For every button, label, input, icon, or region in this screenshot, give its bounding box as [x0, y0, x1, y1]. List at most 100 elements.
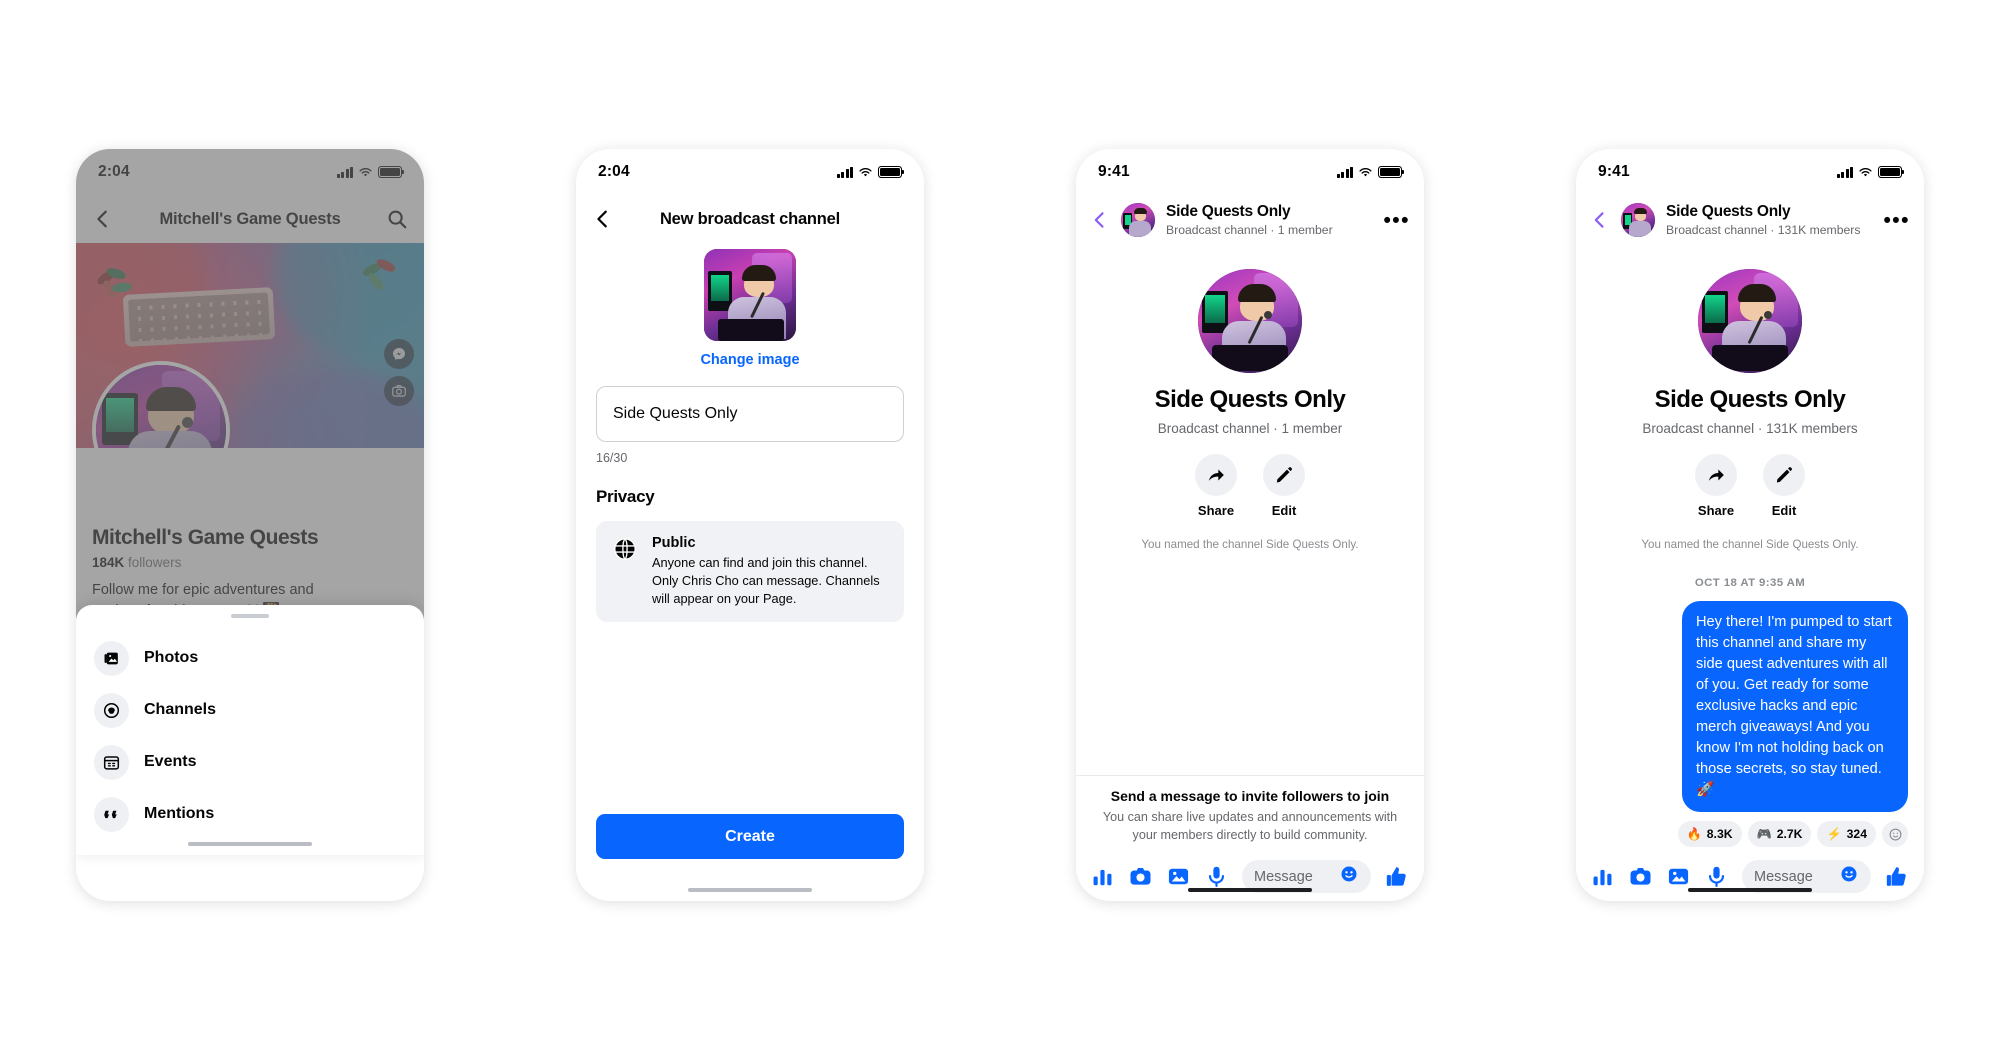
status-time: 9:41 [1098, 163, 1130, 180]
create-channel-button[interactable]: Create [596, 814, 904, 859]
status-icons [836, 166, 905, 178]
share-button[interactable]: Share [1695, 454, 1737, 518]
battery-icon [378, 166, 405, 178]
navbar-spacer [886, 208, 908, 230]
ellipsis-icon[interactable]: ••• [1383, 210, 1410, 231]
reaction-emoji: 🎮 [1756, 827, 1772, 841]
microphone-icon[interactable] [1204, 864, 1229, 889]
hero-avatar[interactable] [1198, 269, 1302, 373]
poll-icon[interactable] [1590, 864, 1615, 889]
reaction-pill[interactable]: 🎮 2.7K [1747, 821, 1812, 847]
channel-thread: Side Quests Only Broadcast channel · 131… [1576, 245, 1924, 901]
channel-avatar[interactable] [1121, 203, 1155, 237]
reaction-emoji: ⚡ [1826, 827, 1842, 841]
status-icons [1836, 166, 1905, 178]
phone-channel-with-message: 9:41 Side Quests Only Broadcast channel … [1576, 149, 1924, 901]
channel-hero: Side Quests Only Broadcast channel · 131… [1592, 269, 1908, 551]
thumbs-up-icon[interactable] [1884, 864, 1910, 890]
share-button[interactable]: Share [1195, 454, 1237, 518]
chevron-left-icon[interactable] [592, 208, 614, 230]
share-icon [1195, 454, 1237, 496]
channel-header-meta: Side Quests Only Broadcast channel · 1 m… [1166, 203, 1372, 237]
cellular-signal-icon [336, 166, 353, 178]
broadcast-navbar: New broadcast channel [576, 195, 924, 243]
share-label: Share [1197, 503, 1235, 518]
pencil-icon [1763, 454, 1805, 496]
edit-button[interactable]: Edit [1763, 454, 1805, 518]
phone-new-broadcast-channel: 2:04 New broadcast channel Change image … [576, 149, 924, 901]
avatar[interactable] [92, 361, 230, 448]
sheet-item-photos[interactable]: Photos [94, 632, 406, 684]
hero-title: Side Quests Only [1654, 386, 1846, 413]
sheet-item-mentions[interactable]: Mentions [94, 788, 406, 840]
globe-icon [612, 536, 638, 562]
microphone-icon[interactable] [1704, 864, 1729, 889]
reaction-emoji: 🔥 [1686, 827, 1702, 841]
cover-photo[interactable] [76, 243, 424, 448]
reaction-pill[interactable]: 🔥 8.3K [1677, 821, 1742, 847]
reaction-pill[interactable]: ⚡ 324 [1817, 821, 1876, 847]
change-image-link[interactable]: Change image [700, 352, 799, 368]
channel-thread: Side Quests Only Broadcast channel · 1 m… [1076, 245, 1424, 901]
cellular-signal-icon [1836, 166, 1853, 178]
keyboard-decor [122, 287, 276, 347]
channel-thumbnail[interactable] [704, 249, 796, 341]
photos-icon [94, 640, 129, 676]
photo-icon[interactable] [1166, 864, 1191, 889]
invite-description: You can share live updates and announcem… [1102, 810, 1398, 842]
privacy-option-public[interactable]: Public Anyone can find and join this cha… [596, 521, 904, 622]
follower-number: 184K [92, 555, 125, 570]
ellipsis-icon[interactable]: ••• [1883, 210, 1910, 231]
chevron-left-icon[interactable] [92, 208, 114, 230]
poll-icon[interactable] [1090, 864, 1115, 889]
profile-navbar: Mitchell's Game Quests [76, 195, 424, 243]
channel-header: Side Quests Only Broadcast channel · 131… [1576, 195, 1924, 245]
follower-label: followers [128, 555, 182, 570]
reaction-bar: 🔥 8.3K 🎮 2.7K ⚡ 324 [1592, 821, 1908, 847]
message-composer: Message [1076, 850, 1424, 901]
privacy-heading: Privacy [596, 487, 655, 506]
invite-prompt: Send a message to invite followers to jo… [1076, 775, 1424, 850]
camera-icon[interactable] [1628, 864, 1653, 889]
plant-decor-right [360, 257, 408, 313]
emoji-icon[interactable] [1839, 864, 1859, 889]
camera-icon[interactable] [1128, 864, 1153, 889]
reaction-count: 324 [1846, 827, 1867, 841]
photo-icon[interactable] [1666, 864, 1691, 889]
wifi-icon [858, 167, 873, 178]
hero-avatar[interactable] [1698, 269, 1802, 373]
bio-line-1: Follow me for epic adventures and [92, 582, 314, 598]
date-separator: OCT 18 AT 9:35 AM [1694, 577, 1806, 589]
channel-image-section: Change image [596, 249, 904, 368]
add-reaction-icon[interactable] [1882, 821, 1908, 847]
status-bar: 9:41 [1576, 149, 1924, 195]
pencil-icon [1263, 454, 1305, 496]
follower-count: 184K followers [92, 555, 408, 570]
status-icons [336, 166, 405, 178]
message-bubble[interactable]: Hey there! I'm pumped to start this chan… [1682, 601, 1908, 812]
chevron-left-icon[interactable] [1090, 210, 1110, 230]
sheet-item-channels[interactable]: Channels [94, 684, 406, 736]
hero-title: Side Quests Only [1154, 386, 1346, 413]
camera-icon[interactable] [384, 376, 414, 406]
reaction-count: 8.3K [1706, 827, 1733, 841]
edit-button[interactable]: Edit [1263, 454, 1305, 518]
channel-title: Side Quests Only [1166, 203, 1291, 221]
chevron-left-icon[interactable] [1590, 210, 1610, 230]
status-icons [1336, 166, 1405, 178]
mentions-icon [94, 796, 129, 832]
channel-name-input[interactable]: Side Quests Only [596, 386, 904, 442]
search-icon[interactable] [386, 208, 408, 230]
privacy-text: Public Anyone can find and join this cha… [652, 535, 888, 608]
thread-scroll[interactable]: Side Quests Only Broadcast channel · 1 m… [1076, 245, 1424, 775]
sheet-item-events[interactable]: Events [94, 736, 406, 788]
emoji-icon[interactable] [1339, 864, 1359, 889]
thread-scroll[interactable]: Side Quests Only Broadcast channel · 131… [1576, 245, 1924, 850]
sheet-item-label: Photos [144, 649, 199, 666]
thumbs-up-icon[interactable] [1384, 864, 1410, 890]
bottom-sheet: Photos Channels Events Mentions [76, 605, 424, 855]
messenger-icon[interactable] [384, 339, 414, 369]
message-placeholder: Message [1254, 868, 1313, 885]
channel-avatar[interactable] [1621, 203, 1655, 237]
channel-subtitle: Broadcast channel · 131K members [1666, 222, 1861, 237]
